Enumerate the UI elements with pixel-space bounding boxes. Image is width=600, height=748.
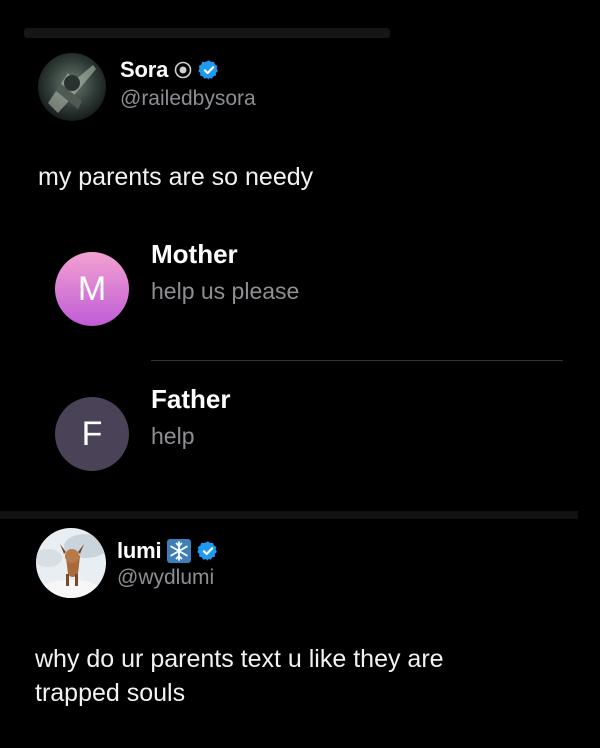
author-handle[interactable]: @wydlumi (117, 566, 214, 590)
verified-badge-icon (197, 541, 218, 561)
contact-initial: M (77, 269, 107, 308)
snowflake-icon (167, 539, 192, 563)
contact-avatar-father: F (55, 397, 129, 471)
post-text-line-2: trapped souls (35, 679, 186, 707)
author-name[interactable]: Sora (120, 57, 168, 83)
author-name-row: Sora (120, 57, 220, 83)
top-bar (24, 28, 390, 38)
post-divider (0, 511, 578, 519)
contact-message-mother: help us please (151, 278, 300, 304)
post-text: my parents are so needy (38, 163, 314, 191)
contact-separator (151, 360, 563, 361)
contact-name-father: Father (151, 384, 231, 414)
author-name[interactable]: lumi (117, 538, 162, 564)
author-handle[interactable]: @railedbysora (120, 87, 256, 111)
avatar-lumi[interactable] (36, 528, 106, 598)
contact-message-father: help (151, 423, 195, 449)
contact-initial: F (81, 414, 103, 453)
verified-badge-icon (198, 60, 219, 80)
contact-name-mother: Mother (151, 239, 238, 269)
post-text-line-1: why do ur parents text u like they are (35, 645, 444, 673)
avatar-sora[interactable] (38, 53, 106, 121)
author-name-row: lumi (117, 538, 219, 564)
contact-avatar-mother: M (55, 252, 129, 326)
affiliate-badge-icon (174, 61, 192, 79)
